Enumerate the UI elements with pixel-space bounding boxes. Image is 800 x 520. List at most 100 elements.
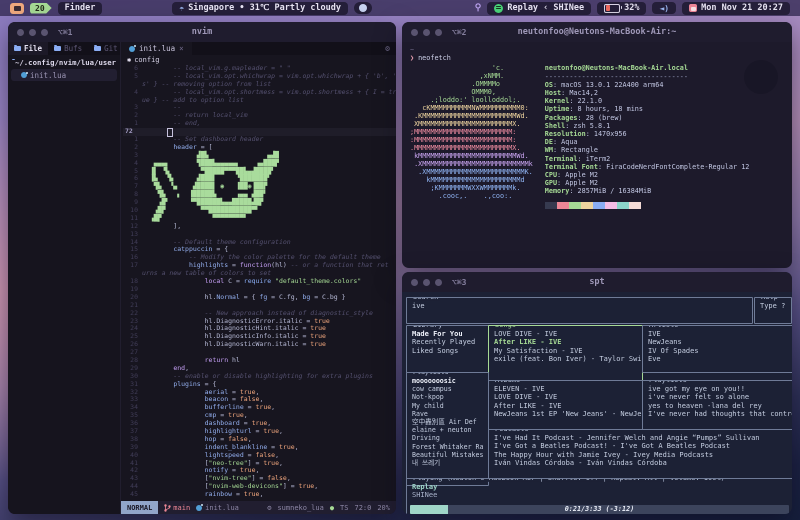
progress-bar[interactable]: 0:21/3:33 (-3:12): [410, 505, 789, 514]
playlist-item[interactable]: 空中轟別區 Air Def: [410, 418, 488, 426]
minimize-button[interactable]: [423, 279, 430, 286]
battery-percent: 32%: [624, 3, 639, 13]
library-panel: Library Made For YouRecently PlayedLiked…: [406, 325, 489, 373]
line-number: 8: [123, 191, 142, 199]
playlist-item[interactable]: Forest Whitaker Ra: [410, 443, 488, 451]
git-branch[interactable]: main: [164, 504, 190, 512]
window-controls: [411, 29, 442, 36]
podcast-item[interactable]: Iván Vindas Córdoba - Iván Vindas Córdob…: [492, 459, 792, 467]
spt-titlebar[interactable]: ⌥⌘3 spt: [402, 272, 792, 292]
tree-file-item[interactable]: init.lua: [11, 69, 117, 81]
lua-icon: [129, 46, 135, 52]
library-item[interactable]: Made For You: [410, 330, 488, 338]
gear-icon[interactable]: ⚙: [379, 44, 396, 53]
playlist-item[interactable]: Driving: [410, 434, 488, 442]
lua-icon: [196, 505, 202, 511]
playlist-item[interactable]: cow campus: [410, 385, 488, 393]
git-branch-icon: [164, 504, 171, 512]
podcast-item[interactable]: I've Got a Beatles Podcast! - I've Got A…: [492, 442, 792, 450]
apple-menu-icon[interactable]: [10, 3, 24, 14]
weather-widget[interactable]: ☂ Singapore • 31℃ Partly cloudy: [172, 2, 348, 15]
window-controls: [411, 279, 442, 286]
hotkey-label: ⌥⌘1: [58, 28, 72, 37]
playlist-item[interactable]: yes to heaven -lana del rey: [646, 402, 792, 410]
neotree-sidebar: FileBufsGit ~/.config/nvim/lua/user init…: [8, 42, 121, 514]
song-item[interactable]: exile (feat. Bon Iver) - Taylor Swift,: [492, 355, 642, 363]
close-button[interactable]: [411, 29, 418, 36]
minimize-button[interactable]: [423, 29, 430, 36]
info-row: Shell: zsh 5.8.1: [545, 122, 750, 130]
logo-line: .OMMMMo: [410, 80, 533, 88]
logo-line: kMMMMMMMMMMMMMMMMMMMMMMMMWd.: [410, 152, 533, 160]
sidebar-tab[interactable]: Bufs: [48, 42, 88, 55]
playlist-item[interactable]: i've never felt so alone: [646, 393, 792, 401]
treesitter-label: TS: [340, 504, 348, 512]
artist-item[interactable]: NewJeans: [646, 338, 792, 346]
artist-item[interactable]: Eve: [646, 355, 792, 363]
close-icon[interactable]: ×: [179, 44, 184, 53]
playlist-item[interactable]: Beautiful Mistakes: [410, 451, 488, 459]
album-item[interactable]: LOVE DIVE - IVE: [492, 393, 642, 401]
code-editor[interactable]: 6 -- local_vim.g.mapleader = " " 5 -- lo…: [121, 65, 396, 501]
album-item[interactable]: ELEVEN - IVE: [492, 385, 642, 393]
search-panel[interactable]: Search ive: [406, 297, 753, 324]
line-number: 5: [123, 73, 142, 81]
scroll-percent: 20%: [377, 504, 390, 512]
nvim-titlebar[interactable]: ⌥⌘1 nvim: [8, 22, 396, 42]
podcast-item[interactable]: The Happy Hour with Jamie Ivey - Ivey Me…: [492, 451, 792, 459]
close-button[interactable]: [411, 279, 418, 286]
line-number: 1: [123, 136, 142, 144]
search-input[interactable]: ive: [410, 302, 752, 310]
zoom-button[interactable]: [435, 29, 442, 36]
artist-item[interactable]: IV Of Spades: [646, 347, 792, 355]
terminal-titlebar[interactable]: ⌥⌘2 neutonfoo@Neutons-MacBook-Air:~: [402, 22, 792, 42]
code-line: 45 rainbow = true,: [123, 491, 396, 499]
now-playing-widget[interactable]: Replay ‹ SHINee: [487, 2, 591, 15]
window-controls: [17, 29, 48, 36]
terminal-output[interactable]: ~ ❯ neofetch 'c. ,xNMM. .OMMMMo OMMM0, .…: [402, 42, 792, 268]
minimize-button[interactable]: [29, 29, 36, 36]
line-number: [123, 97, 142, 105]
close-button[interactable]: [17, 29, 24, 36]
library-item[interactable]: Liked Songs: [410, 347, 488, 355]
pin-icon[interactable]: ⚲: [475, 3, 482, 13]
info-row: Uptime: 8 hours, 18 mins: [545, 105, 750, 113]
song-item[interactable]: LOVE DIVE - IVE: [492, 330, 642, 338]
tree-root-path[interactable]: ~/.config/nvim/lua/user: [8, 55, 120, 69]
album-item[interactable]: After LIKE - IVE: [492, 402, 642, 410]
line-number: 7: [123, 183, 142, 191]
buffer-tab[interactable]: init.lua ×: [121, 42, 192, 55]
apple-ascii-logo: 'c. ,xNMM. .OMMMMo OMMM0, .;loddo:' lool…: [410, 64, 533, 208]
artist-item[interactable]: IVE: [646, 330, 792, 338]
active-app-menu[interactable]: Finder: [58, 2, 103, 15]
zoom-button[interactable]: [435, 279, 442, 286]
sidebar-tabs: FileBufsGit: [8, 42, 120, 55]
speaker-icon: ◄): [659, 4, 669, 13]
playlist-item[interactable]: Rave: [410, 410, 488, 418]
clock-widget[interactable]: Mon Nov 21 20:27: [682, 2, 790, 15]
playlist-item[interactable]: Not-kpop: [410, 393, 488, 401]
playlist-item[interactable]: mooooooosic: [410, 377, 488, 385]
song-item[interactable]: After LIKE - IVE: [492, 338, 642, 346]
album-item[interactable]: NewJeans 1st EP 'New Jeans' - NewJeans: [492, 410, 642, 418]
song-item[interactable]: My Satisfaction - IVE: [492, 347, 642, 355]
zoom-button[interactable]: [41, 29, 48, 36]
info-row: Memory: 2857MiB / 16384MiB: [545, 187, 750, 195]
line-number: 5: [123, 168, 142, 176]
playlist-item[interactable]: I've never had thoughts that control me: [646, 410, 792, 418]
logo-line: .XMMMMMMMMMMMMMMMMMMMMMMMMK.: [410, 168, 533, 176]
playlist-item[interactable]: My child: [410, 402, 488, 410]
sidebar-tab[interactable]: File: [8, 42, 48, 55]
playlist-item[interactable]: 내 쓰레기: [410, 459, 488, 467]
sidebar-tab[interactable]: Git: [88, 42, 124, 55]
lua-icon: [21, 72, 27, 78]
library-item[interactable]: Recently Played: [410, 338, 488, 346]
space-badge[interactable]: 20: [30, 3, 52, 14]
mode-indicator: NORMAL: [121, 501, 158, 514]
moon-toggle[interactable]: [354, 2, 372, 14]
playlist-item[interactable]: elaine + neuton: [410, 426, 488, 434]
battery-widget[interactable]: 32%: [597, 2, 646, 15]
volume-widget[interactable]: ◄): [652, 2, 676, 14]
playlist-item[interactable]: ive got my eye on you!!: [646, 385, 792, 393]
podcast-item[interactable]: I've Had It Podcast - Jennifer Welch and…: [492, 434, 792, 442]
